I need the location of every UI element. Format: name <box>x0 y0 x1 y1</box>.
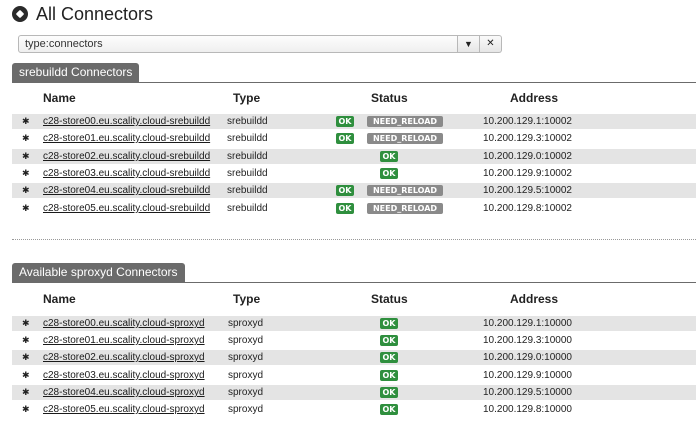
table-row: ✱ c28-store01.eu.scality.cloud-srebuildd… <box>12 131 696 146</box>
status-badge-ok: OK <box>380 404 398 415</box>
status-badge-ok: OK <box>380 335 398 346</box>
status-badge-ok: OK <box>380 318 398 329</box>
column-header-address: Address <box>510 292 559 306</box>
column-header-type: Type <box>233 91 261 105</box>
pin-icon: ✱ <box>22 335 30 345</box>
connector-address: 10.200.129.9:10000 <box>483 370 572 381</box>
column-header-status: Status <box>371 292 408 306</box>
connector-address: 10.200.129.1:10002 <box>483 116 572 127</box>
table-row: ✱ c28-store03.eu.scality.cloud-sproxyd s… <box>12 368 696 383</box>
status-badge-ok: OK <box>336 185 354 196</box>
connector-icon <box>12 6 28 22</box>
table-row: ✱ c28-store05.eu.scality.cloud-sproxyd s… <box>12 402 696 417</box>
filter-dropdown-button[interactable]: ▼ <box>458 35 480 53</box>
connector-link[interactable]: c28-store05.eu.scality.cloud-sproxyd <box>43 402 205 417</box>
section-divider <box>12 282 696 283</box>
status-badge-ok: OK <box>380 352 398 363</box>
connector-link[interactable]: c28-store02.eu.scality.cloud-sproxyd <box>43 350 205 365</box>
status-badge-ok: OK <box>336 116 354 127</box>
connector-link[interactable]: c28-store01.eu.scality.cloud-srebuildd <box>43 131 210 146</box>
page-title: All Connectors <box>36 3 154 24</box>
pin-icon: ✱ <box>22 203 30 213</box>
pin-icon: ✱ <box>22 387 30 397</box>
close-icon: ✕ <box>486 38 495 49</box>
column-header-status: Status <box>371 91 408 105</box>
connector-link[interactable]: c28-store04.eu.scality.cloud-srebuildd <box>43 183 210 198</box>
table-row: ✱ c28-store03.eu.scality.cloud-srebuildd… <box>12 166 696 181</box>
connector-address: 10.200.129.1:10000 <box>483 318 572 329</box>
section-title-sproxyd: Available sproxyd Connectors <box>12 263 185 282</box>
table-row: ✱ c28-store01.eu.scality.cloud-sproxyd s… <box>12 333 696 348</box>
status-badge-need-reload: NEED_RELOAD <box>367 203 443 214</box>
connector-type: srebuildd <box>227 168 268 179</box>
table-row: ✱ c28-store04.eu.scality.cloud-sproxyd s… <box>12 385 696 400</box>
connector-link[interactable]: c28-store05.eu.scality.cloud-srebuildd <box>43 201 210 216</box>
chevron-down-icon: ▼ <box>464 39 473 49</box>
connector-link[interactable]: c28-store04.eu.scality.cloud-sproxyd <box>43 385 205 400</box>
connector-link[interactable]: c28-store03.eu.scality.cloud-srebuildd <box>43 166 210 181</box>
connector-type: srebuildd <box>227 151 268 162</box>
page-header: All Connectors <box>12 2 153 26</box>
section-divider <box>12 82 696 83</box>
pin-icon: ✱ <box>22 185 30 195</box>
table-row: ✱ c28-store04.eu.scality.cloud-srebuildd… <box>12 183 696 198</box>
status-badge-need-reload: NEED_RELOAD <box>367 133 443 144</box>
connector-type: sproxyd <box>228 404 264 415</box>
table-row: ✱ c28-store05.eu.scality.cloud-srebuildd… <box>12 201 696 216</box>
pin-icon: ✱ <box>22 151 30 161</box>
pin-icon: ✱ <box>22 318 30 328</box>
connector-type: srebuildd <box>227 133 268 144</box>
column-header-name: Name <box>43 292 76 306</box>
section-title-srebuildd: srebuildd Connectors <box>12 63 140 82</box>
status-badge-ok: OK <box>336 203 354 214</box>
column-header-name: Name <box>43 91 76 105</box>
connector-type: srebuildd <box>227 185 268 196</box>
column-header-type: Type <box>233 292 261 306</box>
connector-link[interactable]: c28-store03.eu.scality.cloud-sproxyd <box>43 368 205 383</box>
filter-clear-button[interactable]: ✕ <box>480 35 502 53</box>
connector-type: sproxyd <box>228 370 264 381</box>
connector-type: sproxyd <box>228 352 264 363</box>
connector-address: 10.200.129.0:10000 <box>483 352 572 363</box>
status-badge-ok: OK <box>380 387 398 398</box>
connector-address: 10.200.129.5:10002 <box>483 185 572 196</box>
filter-input[interactable] <box>18 35 458 53</box>
connector-type: sproxyd <box>228 335 264 346</box>
pin-icon: ✱ <box>22 116 30 126</box>
connector-type: sproxyd <box>228 387 264 398</box>
pin-icon: ✱ <box>22 352 30 362</box>
connector-address: 10.200.129.3:10002 <box>483 133 572 144</box>
pin-icon: ✱ <box>22 133 30 143</box>
connector-address: 10.200.129.5:10000 <box>483 387 572 398</box>
table-row: ✱ c28-store00.eu.scality.cloud-sproxyd s… <box>12 316 696 331</box>
status-badge-ok: OK <box>380 168 398 179</box>
connector-link[interactable]: c28-store00.eu.scality.cloud-sproxyd <box>43 316 205 331</box>
connector-type: srebuildd <box>227 203 268 214</box>
status-badge-ok: OK <box>336 133 354 144</box>
connector-address: 10.200.129.0:10002 <box>483 151 572 162</box>
pin-icon: ✱ <box>22 404 30 414</box>
connector-link[interactable]: c28-store02.eu.scality.cloud-srebuildd <box>43 149 210 164</box>
section-separator <box>12 239 696 240</box>
column-header-address: Address <box>510 91 559 105</box>
table-row: ✱ c28-store02.eu.scality.cloud-sproxyd s… <box>12 350 696 365</box>
connector-address: 10.200.129.8:10002 <box>483 203 572 214</box>
status-badge-ok: OK <box>380 151 398 162</box>
pin-icon: ✱ <box>22 370 30 380</box>
connector-address: 10.200.129.8:10000 <box>483 404 572 415</box>
connector-address: 10.200.129.3:10000 <box>483 335 572 346</box>
connector-type: srebuildd <box>227 116 268 127</box>
connector-address: 10.200.129.9:10002 <box>483 168 572 179</box>
connector-link[interactable]: c28-store00.eu.scality.cloud-srebuildd <box>43 114 210 129</box>
status-badge-need-reload: NEED_RELOAD <box>367 116 443 127</box>
connector-type: sproxyd <box>228 318 264 329</box>
connector-link[interactable]: c28-store01.eu.scality.cloud-sproxyd <box>43 333 205 348</box>
table-row: ✱ c28-store02.eu.scality.cloud-srebuildd… <box>12 149 696 164</box>
filter-bar: ▼ ✕ <box>18 35 502 53</box>
table-row: ✱ c28-store00.eu.scality.cloud-srebuildd… <box>12 114 696 129</box>
status-badge-need-reload: NEED_RELOAD <box>367 185 443 196</box>
status-badge-ok: OK <box>380 370 398 381</box>
pin-icon: ✱ <box>22 168 30 178</box>
